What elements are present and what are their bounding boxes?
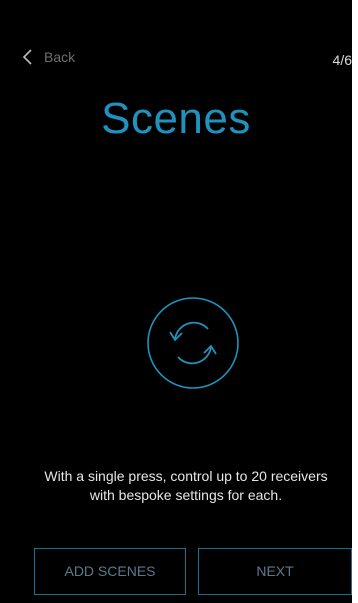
page-title: Scenes [101, 94, 251, 143]
feature-description: With a single press, control up to 20 re… [20, 467, 352, 505]
description-line-2: with bespoke settings for each. [89, 487, 283, 503]
sync-scenes-icon [147, 297, 239, 389]
back-button[interactable]: Back [22, 46, 75, 68]
description-line-1: With a single press, control up to 20 re… [44, 468, 328, 484]
onboarding-screen: Back 4/6 Scenes With a single press, con… [0, 0, 352, 603]
add-scenes-button[interactable]: ADD SCENES [34, 548, 186, 595]
back-label: Back [44, 49, 76, 65]
chevron-left-icon [22, 49, 32, 65]
step-indicator: 4/6 [332, 52, 352, 68]
screen-edge [352, 0, 358, 603]
next-button[interactable]: NEXT [198, 548, 352, 595]
